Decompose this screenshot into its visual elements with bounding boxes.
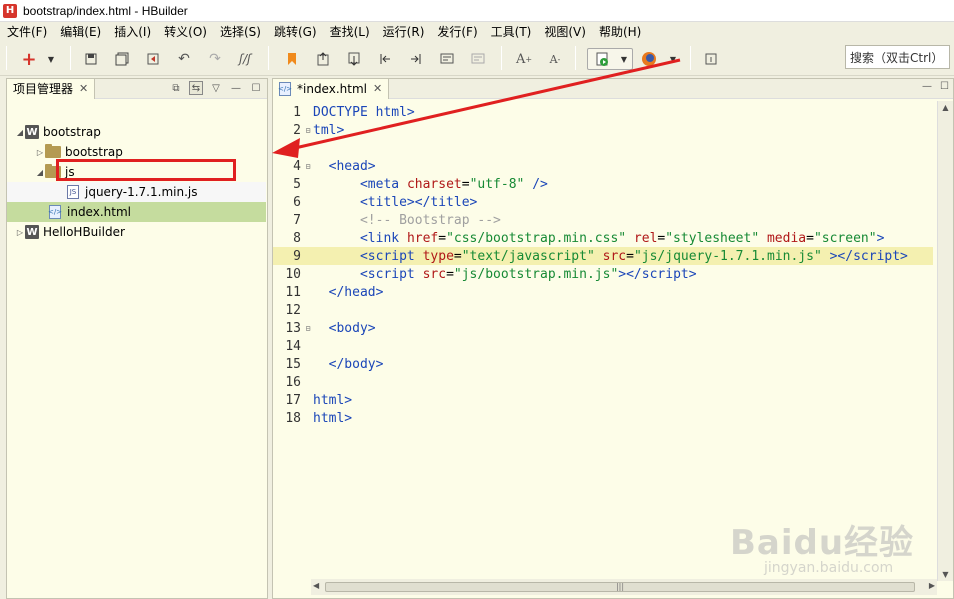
annotation-arrow: [272, 58, 681, 158]
